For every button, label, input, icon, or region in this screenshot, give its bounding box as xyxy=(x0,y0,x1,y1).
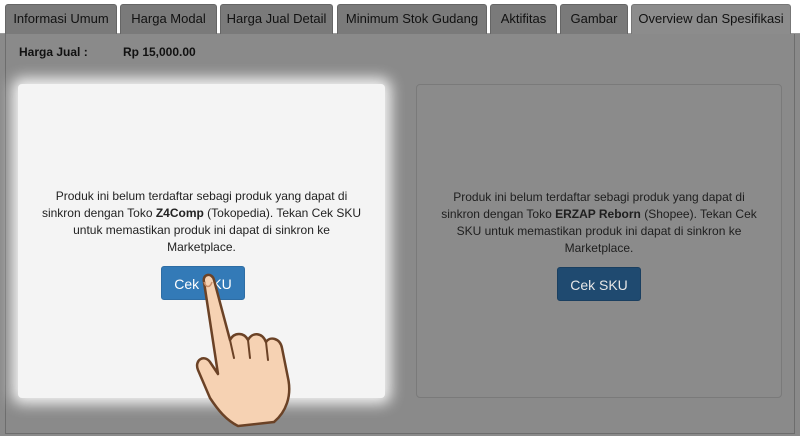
price-value: Rp 15,000.00 xyxy=(123,45,196,59)
store-name: Z4Comp xyxy=(155,206,204,220)
sync-info-text: Produk ini belum terdaftar sebagi produk… xyxy=(41,189,362,254)
cek-sku-button[interactable]: Cek SKU xyxy=(557,267,641,301)
tab-overview-dan-spesifikasi[interactable]: Overview dan Spesifikasi xyxy=(631,4,791,34)
sync-info-text: Produk ini belum terdaftar sebagi produk… xyxy=(441,190,757,255)
tab-harga-jual-detail[interactable]: Harga Jual Detail xyxy=(220,4,333,34)
shopee-sync-card: Produk ini belum terdaftar sebagi produk… xyxy=(416,84,782,398)
store-name: ERZAP Reborn xyxy=(555,207,641,221)
tab-minimum-stok-gudang[interactable]: Minimum Stok Gudang xyxy=(337,4,487,34)
price-label: Harga Jual : xyxy=(19,45,88,59)
pointing-hand-icon xyxy=(195,273,291,428)
tab-harga-modal[interactable]: Harga Modal xyxy=(120,4,217,34)
tab-informasi-umum[interactable]: Informasi Umum xyxy=(5,4,117,34)
tab-gambar[interactable]: Gambar xyxy=(560,4,628,34)
tab-bar: Informasi Umum Harga Modal Harga Jual De… xyxy=(0,0,800,34)
tab-aktifitas[interactable]: Aktifitas xyxy=(490,4,557,34)
